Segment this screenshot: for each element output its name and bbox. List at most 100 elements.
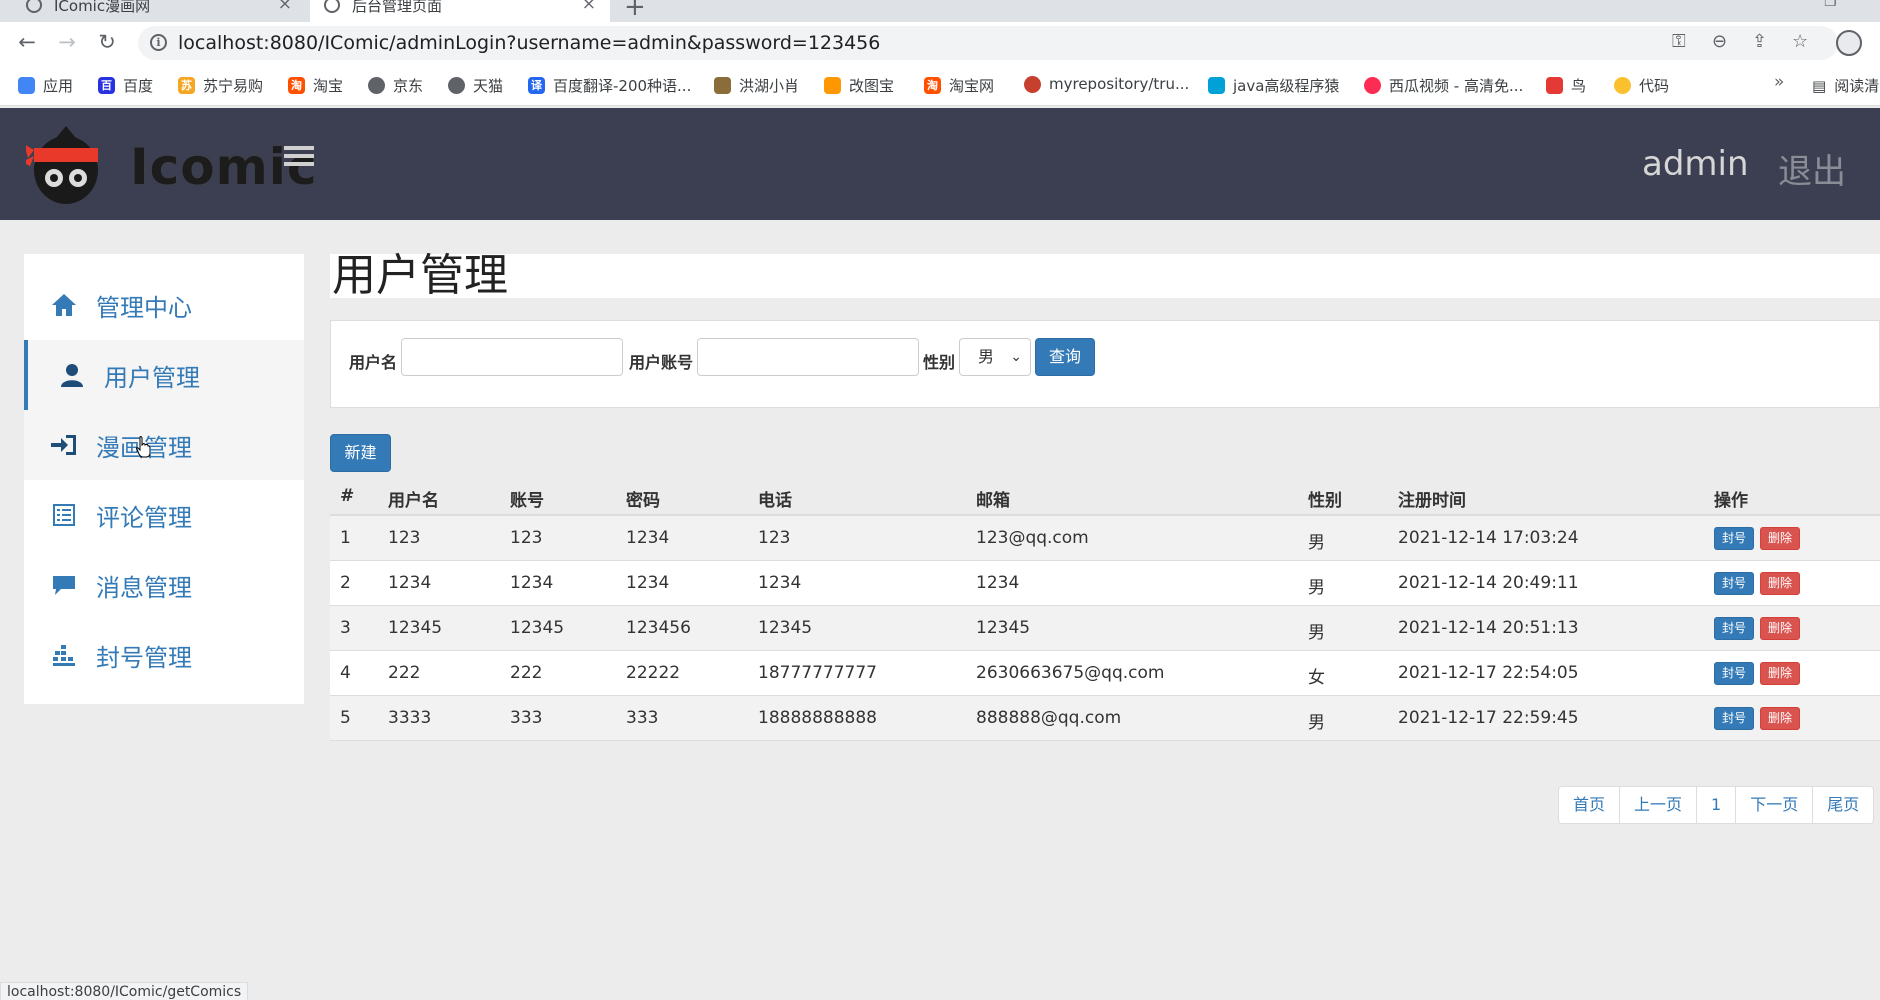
delete-button[interactable]: 删除 [1760, 707, 1800, 730]
bookmark-item[interactable]: 改图宝 [824, 75, 894, 96]
page-prev[interactable]: 上一页 [1620, 787, 1698, 823]
logout-link[interactable]: 退出 [1778, 144, 1846, 193]
login-icon [50, 431, 78, 459]
sidebar-item-users[interactable]: 用户管理 [24, 340, 304, 410]
globe-icon [324, 0, 340, 13]
ban-button[interactable]: 封号 [1714, 707, 1754, 730]
cell-password: 1234 [626, 573, 670, 593]
close-icon[interactable]: × [582, 0, 596, 14]
sidebar-item-bans[interactable]: 封号管理 [24, 620, 304, 690]
bookmark-item[interactable]: 译百度翻译-200种语... [528, 75, 691, 96]
bookmark-item[interactable]: 天猫 [448, 75, 503, 96]
bookmark-item[interactable]: 淘淘宝网 [924, 75, 994, 96]
header-username[interactable]: admin [1642, 144, 1749, 184]
comment-icon [50, 571, 78, 599]
address-url[interactable]: localhost:8080/IComic/adminLogin?usernam… [178, 32, 880, 54]
globe-icon [26, 0, 42, 13]
page-title: 用户管理 [330, 254, 1880, 298]
taobao-icon: 淘 [288, 77, 305, 94]
cell-account: 333 [510, 708, 543, 728]
page-first[interactable]: 首页 [1559, 787, 1621, 823]
address-bar[interactable]: i localhost:8080/IComic/adminLogin?usern… [138, 26, 1838, 60]
sidebar-item-comments[interactable]: 评论管理 [24, 480, 304, 550]
gender-select[interactable]: 男 ⌄ [959, 338, 1031, 376]
chevron-double-right-icon[interactable]: » [1774, 72, 1784, 92]
repo-icon [1024, 75, 1041, 93]
cell-account: 123 [510, 528, 543, 548]
sidebar-item-label: 封号管理 [96, 643, 192, 672]
reading-list[interactable]: ▤ 阅读清 [1812, 75, 1879, 96]
star-icon[interactable]: ☆ [1792, 31, 1808, 52]
cell-phone: 18777777777 [758, 663, 877, 683]
info-icon[interactable]: i [150, 34, 167, 51]
bookmark-item[interactable]: 应用 [18, 75, 73, 96]
sidebar-item-dashboard[interactable]: 管理中心 [24, 270, 304, 340]
account-input[interactable] [697, 338, 919, 376]
column-header: 密码 [626, 491, 660, 511]
bookmark-item[interactable]: 鸟 [1546, 75, 1586, 96]
cell-username: 1234 [388, 573, 432, 593]
bookmark-item[interactable]: 淘淘宝 [288, 75, 343, 96]
username-input[interactable] [401, 338, 623, 376]
delete-button[interactable]: 删除 [1760, 527, 1800, 550]
query-button[interactable]: 查询 [1035, 338, 1095, 376]
ban-button[interactable]: 封号 [1714, 617, 1754, 640]
sidebar-item-label: 管理中心 [96, 293, 192, 322]
translate-icon: 译 [528, 77, 545, 94]
browser-tab-2[interactable]: 后台管理页面 × [310, 0, 610, 22]
sidebar-item-comics[interactable]: 漫画管理 [24, 410, 304, 480]
key-icon[interactable]: ⚿ [1672, 31, 1686, 52]
table-row: 5 3333 333 333 18888888888 888888@qq.com… [330, 696, 1880, 741]
cell-password: 333 [626, 708, 659, 728]
new-tab-icon[interactable]: + [624, 0, 646, 22]
cell-registered: 2021-12-14 17:03:24 [1398, 528, 1579, 548]
back-icon[interactable]: ← [14, 30, 40, 54]
table-header: # 用户名 账号 密码 电话 邮箱 性别 注册时间 操作 [330, 476, 1880, 516]
page-last[interactable]: 尾页 [1813, 787, 1873, 823]
delete-button[interactable]: 删除 [1760, 572, 1800, 595]
browser-tabstrip: IComic漫画网 × 后台管理页面 × + ❐ [0, 0, 1880, 22]
tasks-icon [50, 641, 78, 669]
ban-button[interactable]: 封号 [1714, 572, 1754, 595]
close-icon[interactable]: × [278, 0, 292, 14]
globe-icon [368, 77, 385, 94]
bookmark-item[interactable]: 苏苏宁易购 [178, 75, 263, 96]
column-header: 用户名 [388, 491, 439, 511]
forward-icon[interactable]: → [54, 30, 80, 54]
window-restore-icon[interactable]: ❐ [1824, 0, 1837, 10]
profile-avatar-icon[interactable] [1836, 30, 1862, 56]
bookmark-item[interactable]: 京东 [368, 75, 423, 96]
menu-toggle-button[interactable] [284, 146, 314, 174]
ban-button[interactable]: 封号 [1714, 662, 1754, 685]
bookmark-item[interactable]: myrepository/tru... [1024, 75, 1189, 93]
bookmark-item[interactable]: 洪湖小肖 [714, 75, 799, 96]
browser-tab-1[interactable]: IComic漫画网 × [0, 0, 306, 22]
cell-password: 22222 [626, 663, 681, 683]
zoom-out-icon[interactable]: ⊖ [1712, 31, 1727, 52]
gender-select-value: 男 [978, 347, 995, 366]
delete-button[interactable]: 删除 [1760, 662, 1800, 685]
cell-account: 1234 [510, 573, 554, 593]
page-current[interactable]: 1 [1697, 787, 1737, 823]
bookmark-item[interactable]: 百百度 [98, 75, 153, 96]
column-header: # [340, 486, 355, 506]
share-icon[interactable]: ⇪ [1752, 31, 1767, 52]
sidebar: 管理中心 用户管理 漫画管理 评论管理 消息管理 封号管理 [24, 254, 304, 704]
reload-icon[interactable]: ↻ [94, 30, 120, 54]
page-next[interactable]: 下一页 [1736, 787, 1814, 823]
app-logo[interactable]: Icomic [22, 118, 316, 210]
delete-button[interactable]: 删除 [1760, 617, 1800, 640]
bookmark-item[interactable]: 西瓜视频 - 高清免... [1364, 75, 1523, 96]
sidebar-item-messages[interactable]: 消息管理 [24, 550, 304, 620]
bookmark-item[interactable]: java高级程序猿 [1208, 75, 1339, 96]
gender-label: 性别 [923, 353, 956, 372]
bookmark-item[interactable]: 代码 [1614, 75, 1669, 96]
table-row: 3 12345 12345 123456 12345 12345 男 2021-… [330, 606, 1880, 651]
cell-registered: 2021-12-17 22:59:45 [1398, 708, 1579, 728]
ban-button[interactable]: 封号 [1714, 527, 1754, 550]
cell-id: 2 [340, 573, 351, 593]
cell-id: 4 [340, 663, 351, 683]
new-user-button[interactable]: 新建 [330, 434, 391, 472]
folder-icon [1614, 77, 1631, 94]
cell-id: 1 [340, 528, 351, 548]
